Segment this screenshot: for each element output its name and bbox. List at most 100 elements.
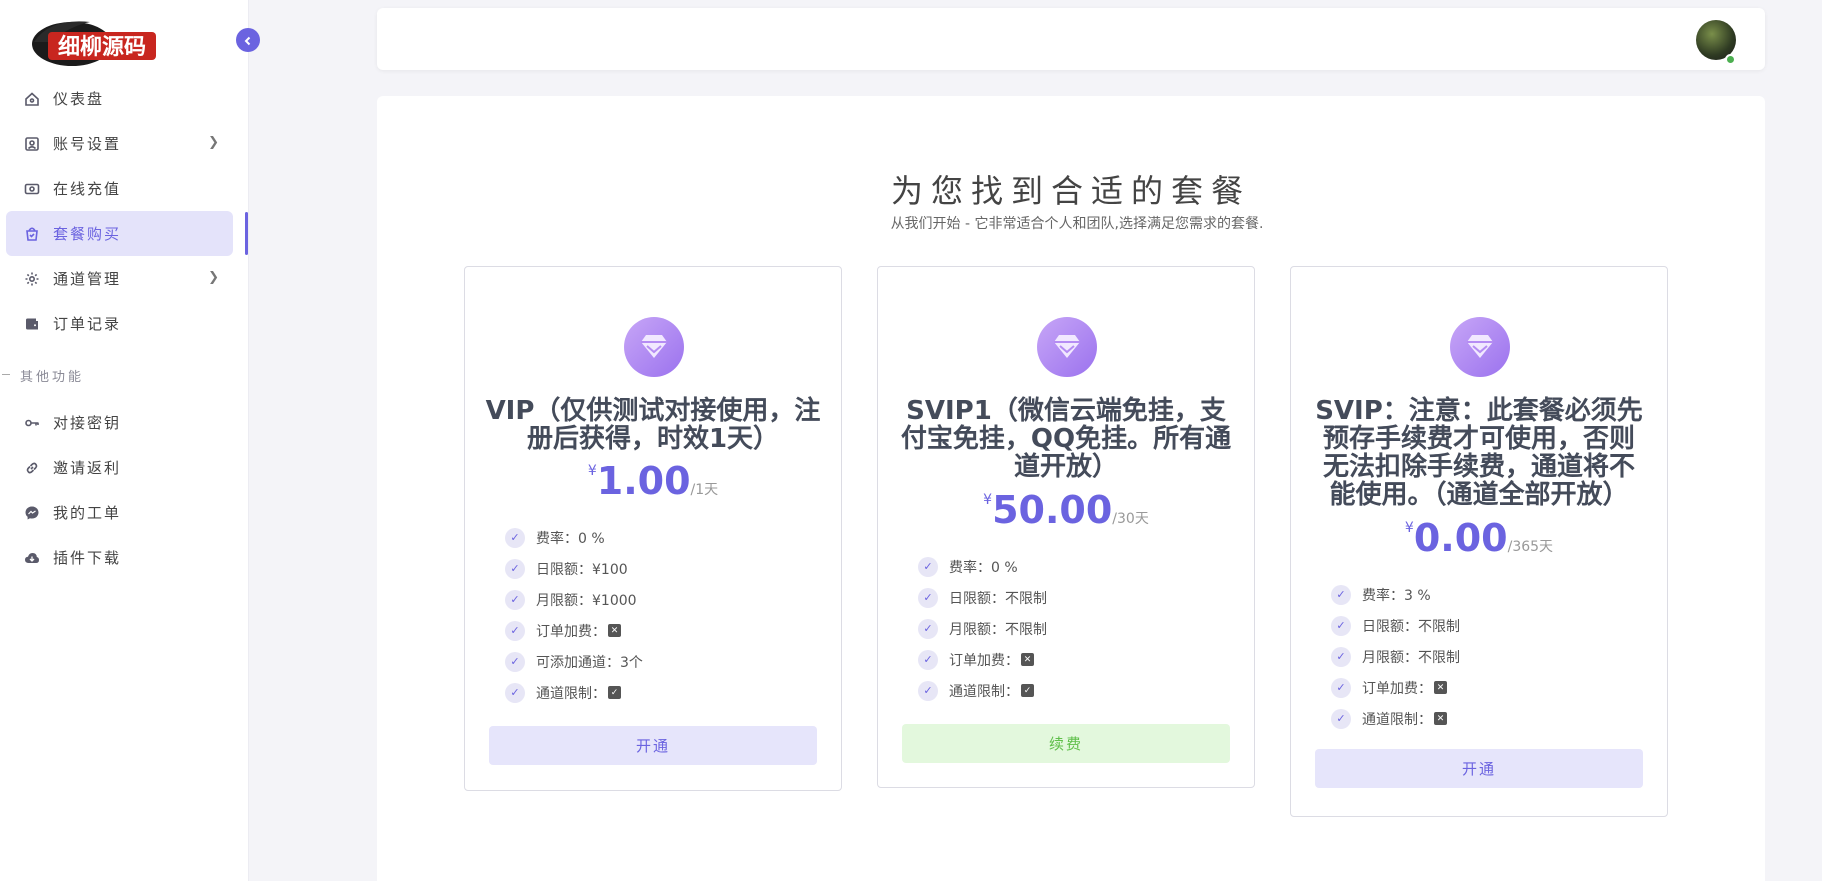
feature-label: 日限额：不限制 [1362,618,1460,635]
price-period: /365天 [1507,539,1554,555]
check-icon: ✓ [918,680,938,701]
main-panel: 为您找到合适的套餐 从我们开始 - 它非常适合个人和团队,选择满足您需求的套餐.… [377,96,1765,881]
sidebar-item-label: 仪表盘 [53,90,105,108]
sidebar-item-label: 账号设置 [53,135,122,153]
price-period: /1天 [690,482,719,498]
sidebar-item-invite-rebate[interactable]: 邀请返利 [0,445,249,490]
sidebar-item-label: 套餐购买 [53,225,122,243]
sidebar-item-package-purchase[interactable]: 套餐购买 [6,211,233,256]
money-icon [23,180,41,198]
feature-item: ✓ 通道限制： ✓ [918,675,1047,706]
plan-price: ¥1.00/1天 [465,459,841,503]
check-icon: ✓ [918,618,938,639]
feature-label: 通道限制： [1362,711,1432,728]
sidebar-item-label: 邀请返利 [53,459,122,477]
feature-item: ✓ 通道限制： ✕ [1331,703,1460,734]
feature-label: 日限额：¥100 [536,561,628,578]
plan-card-svip: SVIP：注意：此套餐必须先预存手续费才可使用，否则无法扣除手续费，通道将不能使… [1290,266,1668,817]
feature-item: ✓ 通道限制： ✓ [505,677,643,708]
feature-label: 月限额：不限制 [949,621,1047,638]
sidebar-item-order-records[interactable]: 订单记录 [0,301,249,346]
feature-label: 月限额：¥1000 [536,592,637,609]
check-icon: ✓ [1331,615,1351,636]
feature-label: 费率：0 % [536,530,605,547]
sidebar-item-dashboard[interactable]: 仪表盘 [0,76,249,121]
plan-name: SVIP：注意：此套餐必须先预存手续费才可使用，否则无法扣除手续费，通道将不能使… [1315,396,1643,510]
feature-item: ✓ 月限额：¥1000 [505,584,643,615]
cross-box-icon: ✕ [1434,681,1447,694]
feature-label: 通道限制： [949,683,1019,700]
sidebar-item-api-key[interactable]: 对接密钥 [0,400,249,445]
check-icon: ✓ [505,589,525,610]
sidebar-section-title: 其他功能 [0,354,249,396]
diamond-icon [1450,317,1510,377]
cross-box-icon: ✕ [1434,712,1447,725]
price-period: /30天 [1112,511,1149,527]
check-icon: ✓ [1331,708,1351,729]
plan-price: ¥0.00/365天 [1291,516,1667,560]
feature-label: 月限额：不限制 [1362,649,1460,666]
check-box-icon: ✓ [608,686,621,699]
feature-item: ✓ 日限额：不限制 [1331,610,1460,641]
plan-card-svip1: SVIP1（微信云端免挂，支付宝免挂，QQ免挂。所有通道开放） ¥50.00/3… [877,266,1255,788]
check-icon: ✓ [505,558,525,579]
feature-item: ✓ 订单加费： ✕ [918,644,1047,675]
feature-label: 费率：3 % [1362,587,1431,604]
cross-box-icon: ✕ [1021,653,1034,666]
activate-button[interactable]: 开通 [489,726,817,765]
check-icon: ✓ [1331,677,1351,698]
feature-item: ✓ 订单加费： ✕ [1331,672,1460,703]
sidebar-item-label: 我的工单 [53,504,122,522]
sidebar-item-recharge[interactable]: 在线充值 [0,166,249,211]
sidebar-item-account-settings[interactable]: 账号设置 ❯ [0,121,249,166]
feature-list: ✓ 费率：0 % ✓ 日限额：¥100 ✓ 月限额：¥1000 ✓ 订单加费： ✕ ✓ 可添… [505,522,643,708]
sidebar-collapse-button[interactable] [236,28,260,52]
check-icon: ✓ [505,527,525,548]
sidebar-item-label: 在线充值 [53,180,122,198]
check-icon: ✓ [918,649,938,670]
sidebar-item-plugin-download[interactable]: 插件下载 [0,535,249,580]
link-icon [23,459,41,477]
brand-logo[interactable]: 细柳源码 [30,12,162,68]
plan-card-vip: VIP（仅供测试对接使用，注册后获得，时效1天） ¥1.00/1天 ✓ 费率：0 … [464,266,842,791]
home-icon [23,90,41,108]
feature-item: ✓ 可添加通道：3个 [505,646,643,677]
feature-item: ✓ 订单加费： ✕ [505,615,643,646]
wallet-icon [23,315,41,333]
renew-button[interactable]: 续费 [902,724,1230,763]
feature-label: 订单加费： [1362,680,1432,697]
currency-symbol: ¥ [983,492,993,508]
feature-label: 日限额：不限制 [949,590,1047,607]
check-icon: ✓ [505,620,525,641]
feature-item: ✓ 费率：0 % [505,522,643,553]
feature-item: ✓ 日限额：¥100 [505,553,643,584]
sidebar-item-label: 通道管理 [53,270,122,288]
check-icon: ✓ [505,682,525,703]
online-status-dot [1725,54,1736,65]
plan-name: VIP（仅供测试对接使用，注册后获得，时效1天） [485,396,821,454]
currency-symbol: ¥ [1404,520,1414,536]
diamond-icon [624,317,684,377]
sidebar-item-channel-management[interactable]: 通道管理 ❯ [0,256,249,301]
feature-list: ✓ 费率：3 % ✓ 日限额：不限制 ✓ 月限额：不限制 ✓ 订单加费： ✕ ✓ 通道限制：… [1331,579,1460,734]
activate-button[interactable]: 开通 [1315,749,1643,788]
check-icon: ✓ [505,651,525,672]
svg-text:细柳源码: 细柳源码 [58,34,146,60]
sidebar-item-label: 插件下载 [53,549,122,567]
price-amount: 0.00 [1413,516,1508,560]
active-indicator [245,212,248,255]
sidebar-item-label: 订单记录 [53,315,122,333]
price-amount: 1.00 [596,459,691,503]
check-icon: ✓ [918,587,938,608]
sidebar-item-my-tickets[interactable]: 我的工单 [0,490,249,535]
shopping-bag-icon [23,225,41,243]
feature-list: ✓ 费率：0 % ✓ 日限额：不限制 ✓ 月限额：不限制 ✓ 订单加费： ✕ ✓ 通道限制：… [918,551,1047,706]
cross-box-icon: ✕ [608,624,621,637]
currency-symbol: ¥ [587,463,597,479]
price-amount: 50.00 [992,488,1113,532]
page-title: 为您找到合适的套餐 [890,172,1251,210]
check-box-icon: ✓ [1021,684,1034,697]
sidebar-item-label: 对接密钥 [53,414,122,432]
key-icon [23,414,41,432]
check-icon: ✓ [1331,584,1351,605]
